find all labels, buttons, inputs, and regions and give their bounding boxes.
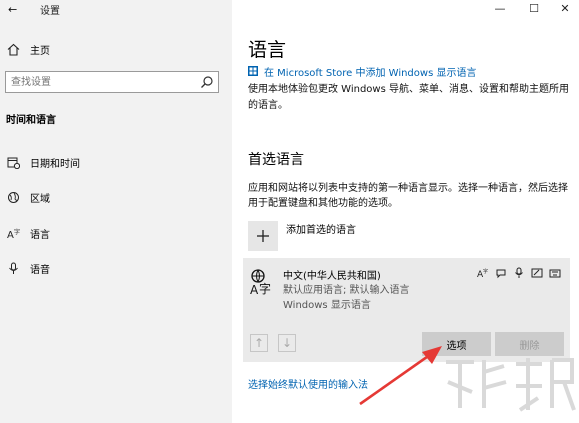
sidebar-item-label: 主页 xyxy=(30,45,50,57)
sidebar-item-label: 区域 xyxy=(30,193,50,205)
svg-text:A: A xyxy=(250,283,259,296)
sidebar-item-language[interactable]: A字 语言 xyxy=(6,225,51,241)
svg-text:字: 字 xyxy=(259,281,271,296)
sidebar-item-speech[interactable]: 语音 xyxy=(6,260,50,276)
search-icon[interactable] xyxy=(200,75,214,89)
plus-icon[interactable] xyxy=(248,221,278,251)
section-title: 时间和语言 xyxy=(6,115,56,126)
language-glyph-icon: A字 xyxy=(250,268,276,297)
default-input-method-link[interactable]: 选择始终默认使用的输入法 xyxy=(248,376,368,391)
minimize-button[interactable]: — xyxy=(486,0,514,16)
preferred-languages-description: 应用和网站将以列表中支持的第一种语言显示。选择一种语言，然后选择用于配置键盘和其… xyxy=(248,183,568,209)
search-input[interactable] xyxy=(6,72,196,92)
search-box[interactable] xyxy=(5,71,219,93)
watermark-logo-icon xyxy=(446,358,576,412)
sidebar-item-date-time[interactable]: 日期和时间 xyxy=(6,154,80,170)
home-icon xyxy=(6,42,20,56)
store-link-text[interactable]: 在 Microsoft Store 中添加 Windows 显示语言 xyxy=(264,64,476,79)
maximize-button[interactable]: ☐ xyxy=(520,0,548,16)
sidebar-item-label: 语音 xyxy=(30,264,50,276)
page-title: 语言 xyxy=(248,39,287,61)
globe-icon xyxy=(6,190,20,204)
annotation-arrow-icon xyxy=(359,346,442,406)
handwriting-icon xyxy=(530,266,544,280)
microphone-icon xyxy=(6,261,20,275)
add-language-label[interactable]: 添加首选的语言 xyxy=(286,221,356,236)
microphone-icon xyxy=(512,266,526,280)
store-icon xyxy=(248,66,258,76)
page-description: 使用本地体验包更改 Windows 导航、菜单、消息、设置和帮助主题所用的语言。 xyxy=(248,84,569,111)
sidebar: ← 设置 主页 时间和语言 日期和时间 区域 A字 语言 语 xyxy=(0,0,232,423)
language-features: A字 xyxy=(476,266,562,280)
display-language-icon: A字 xyxy=(476,266,490,280)
svg-text:字: 字 xyxy=(483,268,488,275)
back-button[interactable]: ← xyxy=(8,3,17,16)
keyboard-icon xyxy=(548,266,562,280)
sidebar-item-home[interactable]: 主页 xyxy=(6,41,50,57)
speech-bubble-icon xyxy=(494,266,508,280)
sidebar-item-region[interactable]: 区域 xyxy=(6,189,50,205)
sidebar-item-label: 日期和时间 xyxy=(30,158,80,170)
add-language-button[interactable]: 添加首选的语言 xyxy=(248,221,356,251)
svg-text:A: A xyxy=(7,230,14,240)
store-link[interactable]: 在 Microsoft Store 中添加 Windows 显示语言 xyxy=(248,64,476,79)
language-usage: 默认应用语言; 默认输入语言 xyxy=(283,285,410,296)
window-title: 设置 xyxy=(40,6,60,17)
language-display: Windows 显示语言 xyxy=(283,300,371,311)
calendar-clock-icon xyxy=(6,155,20,169)
language-icon: A字 xyxy=(6,226,20,240)
preferred-languages-heading: 首选语言 xyxy=(248,152,304,168)
sidebar-item-label: 语言 xyxy=(30,229,50,241)
move-down-button[interactable]: ↓ xyxy=(278,334,296,352)
move-up-button[interactable]: ↑ xyxy=(250,334,268,352)
close-button[interactable]: ✕ xyxy=(551,0,579,16)
language-name: 中文(中华人民共和国) xyxy=(283,271,381,282)
svg-text:字: 字 xyxy=(14,228,20,236)
